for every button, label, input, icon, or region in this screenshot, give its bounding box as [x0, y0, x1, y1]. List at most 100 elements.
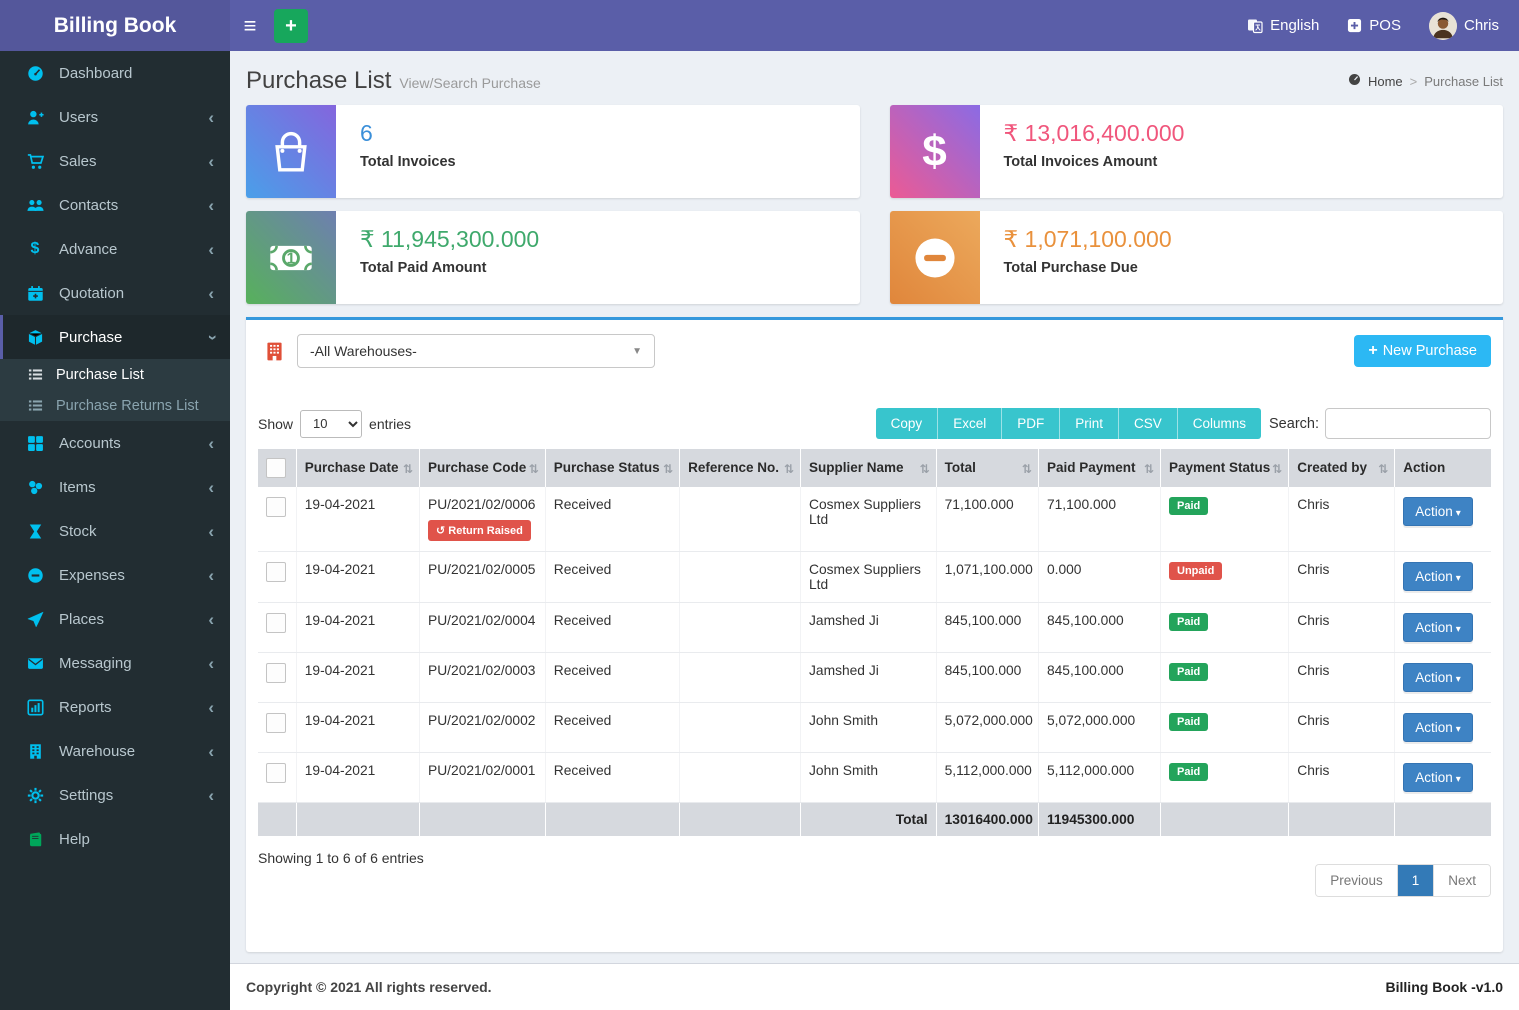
action-button[interactable]: Action▾	[1403, 763, 1473, 792]
payment-status-badge: Paid	[1169, 763, 1208, 781]
row-checkbox[interactable]	[266, 763, 286, 783]
chevron-left-icon: ‹	[208, 743, 214, 760]
cell-supplier-name: John Smith	[801, 703, 937, 753]
breadcrumb-home-link[interactable]: Home	[1368, 74, 1403, 89]
sidebar-item-expenses[interactable]: Expenses ‹	[0, 553, 230, 597]
sidebar-item-quotation[interactable]: Quotation ‹	[0, 271, 230, 315]
sidebar-item-label: Messaging	[59, 655, 132, 672]
col-purchase-code[interactable]: Purchase Code⇅	[420, 449, 546, 487]
previous-page-button[interactable]: Previous	[1316, 865, 1397, 896]
page-number-button[interactable]: 1	[1397, 865, 1434, 896]
next-page-button[interactable]: Next	[1433, 865, 1490, 896]
sidebar-subitem-purchase-list[interactable]: Purchase List	[0, 359, 230, 390]
chevron-left-icon: ‹	[208, 153, 214, 170]
cell-purchase-status: Received	[545, 703, 679, 753]
select-all-header[interactable]	[258, 449, 296, 487]
copy-button[interactable]: Copy	[876, 408, 939, 439]
col-created-by[interactable]: Created by⇅	[1289, 449, 1395, 487]
col-paid-payment[interactable]: Paid Payment⇅	[1038, 449, 1160, 487]
columns-button[interactable]: Columns	[1178, 408, 1261, 439]
language-menu[interactable]: English	[1247, 17, 1319, 34]
select-all-checkbox[interactable]	[266, 458, 286, 478]
stat-label: Total Paid Amount	[360, 260, 539, 276]
svg-text:1: 1	[287, 250, 296, 267]
purchase-submenu: Purchase List Purchase Returns List	[0, 359, 230, 421]
cell-supplier-name: John Smith	[801, 753, 937, 803]
items-icon	[25, 479, 45, 496]
cell-action: Action▾	[1395, 703, 1491, 753]
excel-button[interactable]: Excel	[938, 408, 1002, 439]
col-payment-status[interactable]: Payment Status⇅	[1161, 449, 1289, 487]
gear-icon	[25, 787, 45, 804]
dollar-icon: $	[890, 105, 980, 198]
sidebar-item-sales[interactable]: Sales ‹	[0, 139, 230, 183]
sidebar-item-places[interactable]: Places ‹	[0, 597, 230, 641]
dollar-icon: $	[25, 240, 45, 258]
quick-add-button[interactable]: +	[274, 9, 308, 43]
col-purchase-status[interactable]: Purchase Status⇅	[545, 449, 679, 487]
action-button[interactable]: Action▾	[1403, 562, 1473, 591]
payment-status-badge: Paid	[1169, 663, 1208, 681]
chevron-left-icon: ‹	[208, 435, 214, 452]
cell-purchase-code: PU/2021/02/0004	[420, 603, 546, 653]
search-input[interactable]	[1325, 408, 1491, 439]
row-checkbox[interactable]	[266, 613, 286, 633]
user-plus-icon	[25, 109, 45, 126]
row-checkbox[interactable]	[266, 562, 286, 582]
action-button[interactable]: Action▾	[1403, 613, 1473, 642]
page-size-select[interactable]: 10	[300, 410, 362, 438]
sidebar-item-items[interactable]: Items ‹	[0, 465, 230, 509]
sidebar-item-contacts[interactable]: Contacts ‹	[0, 183, 230, 227]
pos-menu[interactable]: POS	[1347, 17, 1401, 34]
user-menu[interactable]: Chris	[1429, 12, 1499, 40]
sidebar-item-messaging[interactable]: Messaging ‹	[0, 641, 230, 685]
payment-status-badge: Unpaid	[1169, 562, 1222, 580]
stat-value: 6	[360, 120, 456, 147]
action-button[interactable]: Action▾	[1403, 663, 1473, 692]
cell-created-by: Chris	[1289, 653, 1395, 703]
row-checkbox[interactable]	[266, 497, 286, 517]
sidebar-item-advance[interactable]: $ Advance ‹	[0, 227, 230, 271]
col-purchase-date[interactable]: Purchase Date⇅	[296, 449, 419, 487]
chevron-left-icon: ‹	[208, 285, 214, 302]
payment-status-badge: Paid	[1169, 713, 1208, 731]
sidebar-item-help[interactable]: Help	[0, 817, 230, 861]
sidebar-item-purchase[interactable]: Purchase ‹	[0, 315, 230, 359]
sidebar-item-settings[interactable]: Settings ‹	[0, 773, 230, 817]
sidebar-item-accounts[interactable]: Accounts ‹	[0, 421, 230, 465]
col-action: Action	[1395, 449, 1491, 487]
sidebar-item-label: Advance	[59, 241, 117, 258]
cell-purchase-code: PU/2021/02/0005	[420, 552, 546, 603]
row-checkbox[interactable]	[266, 713, 286, 733]
caret-down-icon: ▾	[1456, 573, 1461, 584]
sidebar-item-warehouse[interactable]: Warehouse ‹	[0, 729, 230, 773]
col-supplier-name[interactable]: Supplier Name⇅	[801, 449, 937, 487]
table-row: 19-04-2021 PU/2021/02/0004 Received Jams…	[258, 603, 1491, 653]
sidebar-item-stock[interactable]: Stock ‹	[0, 509, 230, 553]
new-purchase-button[interactable]: + New Purchase	[1354, 335, 1491, 367]
cell-reference-no	[680, 653, 801, 703]
cart-icon	[25, 153, 45, 170]
row-checkbox[interactable]	[266, 663, 286, 683]
sidebar-toggle-button[interactable]: ≡	[230, 13, 270, 39]
sidebar-item-users[interactable]: Users ‹	[0, 95, 230, 139]
sidebar-item-reports[interactable]: Reports ‹	[0, 685, 230, 729]
warehouse-filter-select[interactable]: -All Warehouses- ▼	[297, 334, 655, 368]
sidebar-subitem-purchase-returns-list[interactable]: Purchase Returns List	[0, 390, 230, 421]
sort-icon: ⇅	[663, 460, 673, 478]
col-total[interactable]: Total⇅	[936, 449, 1038, 487]
pdf-button[interactable]: PDF	[1002, 408, 1060, 439]
table-row: 19-04-2021 PU/2021/02/0003 Received Jams…	[258, 653, 1491, 703]
total-label: Total	[801, 803, 937, 837]
sidebar-item-dashboard[interactable]: Dashboard	[0, 51, 230, 95]
col-reference-no[interactable]: Reference No.⇅	[680, 449, 801, 487]
paper-plane-icon	[25, 611, 45, 628]
action-button[interactable]: Action▾	[1403, 497, 1473, 526]
chevron-left-icon: ‹	[208, 241, 214, 258]
main-content: Purchase List View/Search Purchase Home …	[230, 0, 1519, 1010]
cell-reference-no	[680, 753, 801, 803]
payment-status-badge: Paid	[1169, 497, 1208, 515]
print-button[interactable]: Print	[1060, 408, 1119, 439]
action-button[interactable]: Action▾	[1403, 713, 1473, 742]
csv-button[interactable]: CSV	[1119, 408, 1178, 439]
